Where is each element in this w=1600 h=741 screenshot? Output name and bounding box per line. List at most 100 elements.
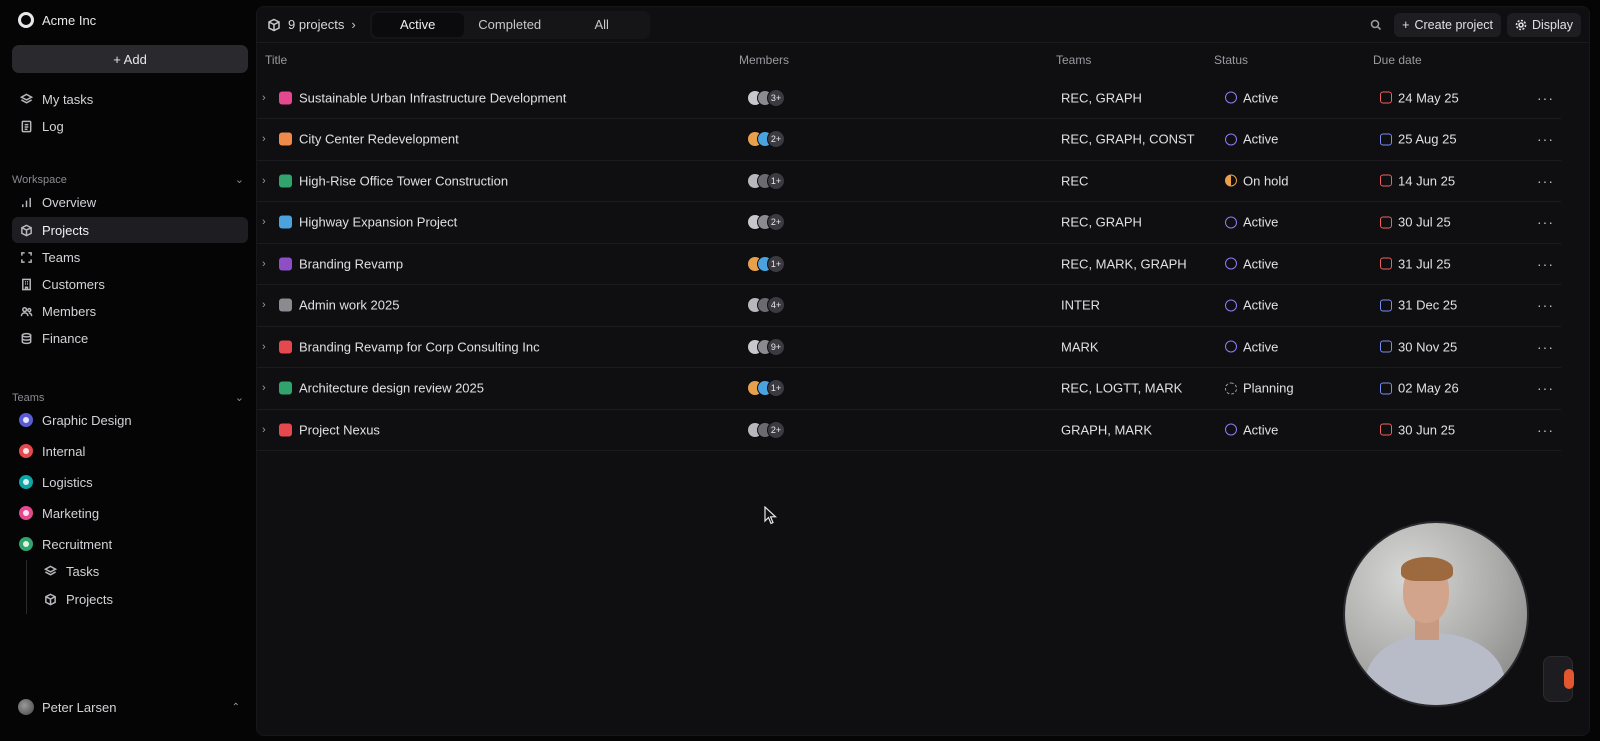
status-badge[interactable]: Active [1225, 90, 1278, 105]
header-members[interactable]: Members [739, 53, 789, 67]
sidebar-item-finance[interactable]: Finance [12, 325, 248, 351]
more-options-icon[interactable]: ··· [1537, 339, 1554, 355]
project-title[interactable]: Branding Revamp for Corp Consulting Inc [299, 339, 540, 354]
sidebar-item-customers[interactable]: Customers [12, 271, 248, 297]
sidebar-team-graphic-design[interactable]: Graphic Design [12, 407, 248, 433]
header-status[interactable]: Status [1214, 53, 1248, 67]
expand-chevron-icon[interactable]: › [262, 299, 266, 311]
workspace-section-header[interactable]: Workspace ⌄ [12, 173, 248, 187]
expand-chevron-icon[interactable]: › [262, 382, 266, 394]
expand-chevron-icon[interactable]: › [262, 216, 266, 228]
member-avatars[interactable]: 1+ [747, 254, 785, 273]
more-options-icon[interactable]: ··· [1537, 131, 1554, 147]
member-avatars[interactable]: 1+ [747, 379, 785, 397]
status-badge[interactable]: Active [1225, 256, 1278, 271]
status-badge[interactable]: Active [1225, 339, 1278, 354]
status-badge[interactable]: Active [1225, 215, 1278, 230]
sidebar-team-logistics[interactable]: Logistics [12, 469, 248, 495]
sidebar-team-recruitment[interactable]: Recruitment [12, 531, 248, 557]
table-row[interactable]: › High-Rise Office Tower Construction 1+… [257, 160, 1561, 202]
due-date[interactable]: 30 Jul 25 [1380, 215, 1451, 230]
member-avatars[interactable]: 4+ [747, 296, 785, 314]
sidebar-item-overview[interactable]: Overview [12, 189, 248, 215]
header-due-date[interactable]: Due date [1373, 53, 1422, 67]
table-row[interactable]: › Architecture design review 2025 1+ REC… [257, 368, 1561, 410]
sidebar-item-label: Graphic Design [42, 412, 132, 428]
expand-chevron-icon[interactable]: › [262, 92, 266, 104]
table-row[interactable]: › Branding Revamp for Corp Consulting In… [257, 326, 1561, 368]
teams-section-header[interactable]: Teams ⌄ [12, 391, 248, 405]
sidebar-item-teams[interactable]: Teams [12, 244, 248, 270]
project-title[interactable]: Branding Revamp [299, 256, 403, 271]
due-date[interactable]: 24 May 25 [1380, 90, 1459, 105]
breadcrumb[interactable]: 9 projects › [267, 17, 356, 32]
table-row[interactable]: › Branding Revamp 1+ REC, MARK, GRAPH Ac… [257, 243, 1561, 285]
table-row[interactable]: › Highway Expansion Project 2+ REC, GRAP… [257, 202, 1561, 244]
table-row[interactable]: › City Center Redevelopment 2+ REC, GRAP… [257, 119, 1561, 161]
chevron-up-icon: ⌃ [231, 701, 240, 713]
more-options-icon[interactable]: ··· [1537, 173, 1554, 189]
tab-all[interactable]: All [556, 13, 648, 37]
sidebar-subitem-tasks[interactable]: Tasks [36, 558, 248, 584]
more-options-icon[interactable]: ··· [1537, 256, 1554, 272]
due-date[interactable]: 14 Jun 25 [1380, 173, 1455, 188]
expand-chevron-icon[interactable]: › [262, 424, 266, 436]
more-options-icon[interactable]: ··· [1537, 297, 1554, 313]
due-date[interactable]: 31 Jul 25 [1380, 256, 1451, 271]
header-title[interactable]: Title [265, 53, 287, 67]
member-avatars[interactable]: 2+ [747, 213, 785, 231]
due-date[interactable]: 30 Jun 25 [1380, 422, 1455, 437]
expand-chevron-icon[interactable]: › [262, 258, 266, 270]
sidebar-item-log[interactable]: Log [12, 113, 248, 139]
project-title[interactable]: Sustainable Urban Infrastructure Develop… [299, 90, 566, 105]
more-options-icon[interactable]: ··· [1537, 214, 1554, 230]
more-options-icon[interactable]: ··· [1537, 90, 1554, 106]
project-title[interactable]: Highway Expansion Project [299, 215, 457, 230]
expand-chevron-icon[interactable]: › [262, 175, 266, 187]
member-avatars[interactable]: 2+ [747, 130, 785, 148]
status-badge[interactable]: Planning [1225, 381, 1294, 396]
expand-chevron-icon[interactable]: › [262, 341, 266, 353]
member-avatars[interactable]: 2+ [747, 420, 785, 439]
create-project-button[interactable]: + Create project [1394, 13, 1501, 37]
tab-completed[interactable]: Completed [464, 13, 556, 37]
member-avatars[interactable]: 3+ [747, 88, 785, 107]
user-menu[interactable]: Peter Larsen ⌃ [18, 699, 240, 715]
table-row[interactable]: › Admin work 2025 4+ INTER Active 31 Dec… [257, 285, 1561, 327]
due-date[interactable]: 31 Dec 25 [1380, 298, 1457, 313]
sidebar-item-members[interactable]: Members [12, 298, 248, 324]
floating-widget-handle[interactable] [1543, 656, 1574, 702]
project-title[interactable]: Admin work 2025 [299, 298, 399, 313]
status-badge[interactable]: Active [1225, 422, 1278, 437]
expand-chevron-icon[interactable]: › [262, 133, 266, 145]
due-date[interactable]: 30 Nov 25 [1380, 339, 1457, 354]
table-row[interactable]: › Sustainable Urban Infrastructure Devel… [257, 77, 1561, 119]
more-options-icon[interactable]: ··· [1537, 380, 1554, 396]
project-title[interactable]: High-Rise Office Tower Construction [299, 173, 508, 188]
due-date[interactable]: 25 Aug 25 [1380, 132, 1457, 147]
sidebar-subitem-projects[interactable]: Projects [36, 586, 248, 612]
due-date[interactable]: 02 May 26 [1380, 381, 1459, 396]
sidebar-team-marketing[interactable]: Marketing [12, 500, 248, 526]
header-teams[interactable]: Teams [1056, 53, 1091, 67]
sidebar-team-internal[interactable]: Internal [12, 438, 248, 464]
status-badge[interactable]: On hold [1225, 173, 1289, 188]
status-badge[interactable]: Active [1225, 132, 1278, 147]
project-title[interactable]: City Center Redevelopment [299, 132, 459, 147]
sidebar-item-my-tasks[interactable]: My tasks [12, 86, 248, 112]
status-badge[interactable]: Active [1225, 298, 1278, 313]
cube-icon [43, 592, 57, 606]
member-avatars[interactable]: 9+ [747, 337, 785, 356]
search-button[interactable] [1364, 13, 1388, 37]
display-button[interactable]: Display [1507, 13, 1581, 37]
project-title[interactable]: Architecture design review 2025 [299, 381, 484, 396]
sidebar-item-projects[interactable]: Projects [12, 217, 248, 243]
tab-active[interactable]: Active [371, 12, 464, 37]
add-button[interactable]: + Add [12, 45, 248, 73]
member-avatars[interactable]: 1+ [747, 171, 785, 190]
table-row[interactable]: › Project Nexus 2+ GRAPH, MARK Active 30… [257, 409, 1561, 451]
project-title[interactable]: Project Nexus [299, 422, 380, 437]
org-switcher[interactable]: Acme Inc [18, 12, 96, 28]
status-label: Active [1243, 90, 1279, 105]
more-options-icon[interactable]: ··· [1537, 422, 1554, 438]
